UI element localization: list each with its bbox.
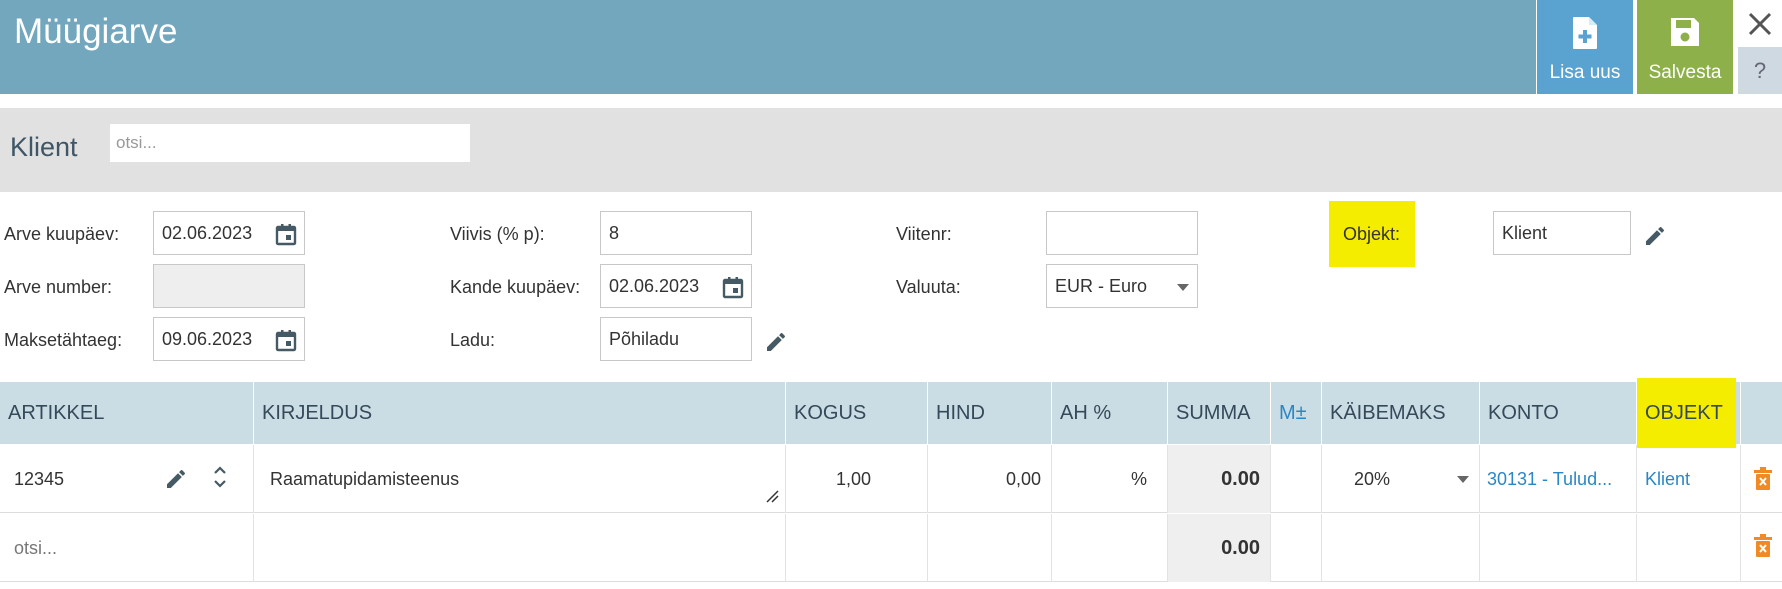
hind-cell[interactable]: 0,00 (928, 445, 1052, 513)
add-file-icon (1573, 17, 1597, 49)
col-kogus[interactable]: KOGUS (786, 382, 928, 444)
close-button[interactable] (1738, 6, 1782, 46)
kirjeldus-value: Raamatupidamisteenus (270, 469, 460, 489)
col-objekt[interactable]: OBJEKT (1637, 382, 1741, 444)
col-kaibemaks[interactable]: KÄIBEMAKS (1322, 382, 1480, 444)
maksetahtaeg-field[interactable]: 09.06.2023 (153, 317, 305, 361)
kogus-cell[interactable] (786, 514, 928, 582)
arve-kuupaev-value: 02.06.2023 (162, 223, 253, 243)
dropdown-arrow-icon (1177, 284, 1189, 291)
ladu-label: Ladu: (450, 330, 496, 350)
kaibemaks-value: 20% (1354, 469, 1391, 489)
arve-number-field (153, 264, 305, 308)
kirjeldus-cell[interactable]: Raamatupidamisteenus (254, 445, 786, 513)
konto-cell[interactable] (1480, 514, 1637, 582)
trash-icon[interactable] (1753, 534, 1773, 558)
valuuta-value: EUR - Euro (1055, 276, 1148, 296)
konto-link[interactable]: 30131 - Tulud... (1480, 445, 1637, 513)
valuuta-select[interactable]: EUR - Euro (1046, 264, 1198, 308)
save-icon (1671, 18, 1699, 46)
col-artikkel[interactable]: ARTIKKEL (0, 382, 254, 444)
client-bar: Klient otsi... (0, 108, 1782, 192)
col-hind[interactable]: HIND (928, 382, 1052, 444)
kogus-cell[interactable]: 1,00 (786, 445, 928, 513)
maksetahtaeg-label: Maksetähtaeg: (4, 330, 123, 350)
summa-cell: 0.00 (1168, 514, 1271, 582)
viitenr-field[interactable] (1046, 211, 1198, 255)
table-row: otsi... 0.00 (0, 514, 1782, 582)
save-label: Salvesta (1648, 62, 1722, 83)
arve-kuupaev-label: Arve kuupäev: (4, 224, 120, 244)
objekt-label: Objekt: (1343, 224, 1401, 244)
close-icon (1748, 12, 1772, 36)
col-kirjeldus[interactable]: KIRJELDUS (254, 382, 786, 444)
table-header: ARTIKKEL KIRJELDUS KOGUS HIND AH % SUMMA… (0, 378, 1782, 448)
ladu-field[interactable]: Põhiladu (600, 317, 752, 361)
dropdown-arrow-icon (1457, 476, 1469, 483)
artikkel-search-input[interactable]: otsi... (0, 514, 254, 582)
help-button[interactable]: ? (1738, 47, 1782, 94)
resize-icon[interactable] (765, 489, 779, 503)
mpm-cell (1271, 514, 1322, 582)
arve-kuupaev-field[interactable]: 02.06.2023 (153, 211, 305, 255)
kaibemaks-cell[interactable] (1322, 514, 1480, 582)
mpm-cell (1271, 445, 1322, 513)
ah-cell[interactable] (1052, 514, 1168, 582)
col-summa[interactable]: SUMMA (1168, 382, 1271, 444)
col-ah[interactable]: AH % (1052, 382, 1168, 444)
table-row: 12345 Raamatupidamisteenus 1,00 0,00 % 0… (0, 445, 1782, 513)
trash-icon[interactable] (1753, 467, 1773, 491)
col-mpm[interactable]: M± (1271, 382, 1322, 444)
calendar-icon[interactable] (274, 328, 298, 352)
col-konto[interactable]: KONTO (1480, 382, 1637, 444)
client-label: Klient (10, 132, 78, 162)
pencil-icon[interactable] (1643, 224, 1667, 248)
calendar-icon[interactable] (721, 275, 745, 299)
kande-kuupaev-value: 02.06.2023 (609, 276, 700, 296)
arve-number-label: Arve number: (4, 277, 113, 297)
kande-kuupaev-label: Kande kuupäev: (450, 277, 581, 297)
add-new-button[interactable]: Lisa uus (1537, 0, 1633, 94)
kande-kuupaev-field[interactable]: 02.06.2023 (600, 264, 752, 308)
viivis-field[interactable]: 8 (600, 211, 752, 255)
sort-arrows-icon[interactable] (210, 463, 230, 491)
page-title: Müügiarve (14, 12, 178, 51)
viivis-label: Viivis (% p): (450, 224, 545, 244)
header-bar: Müügiarve (0, 0, 1536, 94)
pencil-icon[interactable] (164, 467, 188, 491)
pencil-icon[interactable] (764, 330, 788, 354)
add-new-label: Lisa uus (1549, 62, 1621, 83)
objekt-link[interactable]: Klient (1637, 445, 1741, 513)
summa-cell: 0.00 (1168, 445, 1271, 513)
objekt-cell[interactable] (1637, 514, 1741, 582)
kirjeldus-cell[interactable] (254, 514, 786, 582)
viitenr-label: Viitenr: (896, 224, 952, 244)
valuuta-label: Valuuta: (896, 277, 961, 297)
hind-cell[interactable] (928, 514, 1052, 582)
calendar-icon[interactable] (274, 222, 298, 246)
save-button[interactable]: Salvesta (1637, 0, 1733, 94)
maksetahtaeg-value: 09.06.2023 (162, 329, 253, 349)
ah-cell[interactable]: % (1052, 445, 1168, 513)
kaibemaks-select[interactable]: 20% (1322, 445, 1480, 513)
client-search-input[interactable]: otsi... (110, 124, 470, 162)
artikkel-value: 12345 (14, 469, 65, 489)
artikkel-cell[interactable]: 12345 (0, 445, 254, 513)
objekt-field[interactable]: Klient (1493, 211, 1631, 255)
